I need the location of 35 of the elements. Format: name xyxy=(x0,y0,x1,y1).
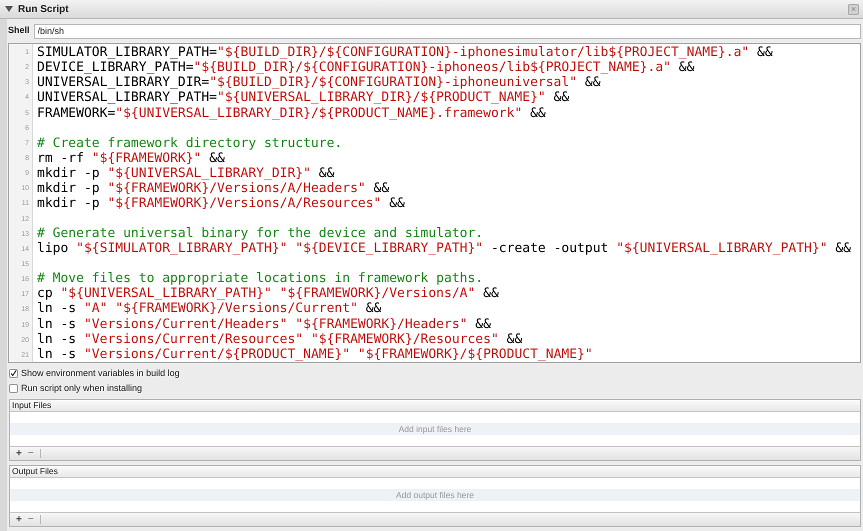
code-line: ln -s "Versions/Current/Headers" "${FRAMEWORK}/Headers" && xyxy=(37,316,491,332)
remove-button[interactable]: − xyxy=(28,448,34,458)
checkbox-label: Run script only when installing xyxy=(21,382,142,395)
add-button[interactable]: + xyxy=(16,448,22,458)
code-line: mkdir -p "${FRAMEWORK}/Versions/A/Headers" && xyxy=(37,180,390,196)
code-line: ln -s "A" "${FRAMEWORK}/Versions/Current" && xyxy=(37,301,382,317)
checkbox-label: Show environment variables in build log xyxy=(21,366,180,380)
code-line: ln -s "Versions/Current/Resources" "${FRAMEWORK}/Resources" && xyxy=(37,332,522,347)
disclosure-triangle-icon[interactable] xyxy=(4,4,14,14)
panel-title: Input Files xyxy=(12,399,52,412)
code-line: mkdir -p "${UNIVERSAL_LIBRARY_DIR}" && xyxy=(37,166,334,181)
add-button[interactable]: + xyxy=(16,514,22,524)
shell-field[interactable]: /bin/sh xyxy=(34,24,861,38)
code-line: DEVICE_LIBRARY_PATH="${BUILD_DIR}/${CONFIGURATION}-iphoneos/lib${PROJECT_NAME}.a" && xyxy=(37,60,694,76)
code-line: FRAMEWORK="${UNIVERSAL_LIBRARY_DIR}/${PRODUCT_NAME}.framework" && xyxy=(37,106,546,121)
checkbox[interactable] xyxy=(9,384,18,393)
code-comment: # Create framework directory structure. xyxy=(37,136,342,151)
shell-label: Shell xyxy=(8,24,30,38)
code-line: rm -rf "${FRAMEWORK}" && xyxy=(37,150,225,166)
checkbox[interactable] xyxy=(9,369,18,378)
placeholder-text: Add input files here xyxy=(398,422,472,436)
section-title: Run Script xyxy=(18,2,69,16)
code-comment: # Generate universal binary for the device and simulator. xyxy=(37,226,484,242)
code-line: UNIVERSAL_LIBRARY_DIR="${BUILD_DIR}/${CONFIGURATION}-iphoneuniversal" && xyxy=(37,75,601,90)
code-line: SIMULATOR_LIBRARY_PATH="${BUILD_DIR}/${CONFIGURATION}-iphonesimulator/lib${PROJECT_NAME}.a" && xyxy=(37,45,773,60)
code-comment: # Move files to appropriate locations in framework paths. xyxy=(37,271,484,286)
code-line: mkdir -p "${FRAMEWORK}/Versions/A/Resources" && xyxy=(37,196,405,212)
code-editor[interactable] xyxy=(8,43,861,363)
code-line: cp "${UNIVERSAL_LIBRARY_PATH}" "${FRAMEWORK}/Versions/A" && xyxy=(37,286,499,302)
code-line: ln -s "Versions/Current/${PRODUCT_NAME}" "${FRAMEWORK}/${PRODUCT_NAME}" xyxy=(37,346,593,362)
code-line: UNIVERSAL_LIBRARY_PATH="${UNIVERSAL_LIBRARY_DIR}/${PRODUCT_NAME}" && xyxy=(37,90,570,106)
code-line: lipo "${SIMULATOR_LIBRARY_PATH}" "${DEVICE_LIBRARY_PATH}" -create -output "${UNIVERSAL_LIBRARY_PATH}" && xyxy=(37,241,852,256)
panel-title: Output Files xyxy=(12,465,58,478)
remove-button[interactable]: − xyxy=(28,514,34,524)
placeholder-text: Add output files here xyxy=(396,488,474,502)
